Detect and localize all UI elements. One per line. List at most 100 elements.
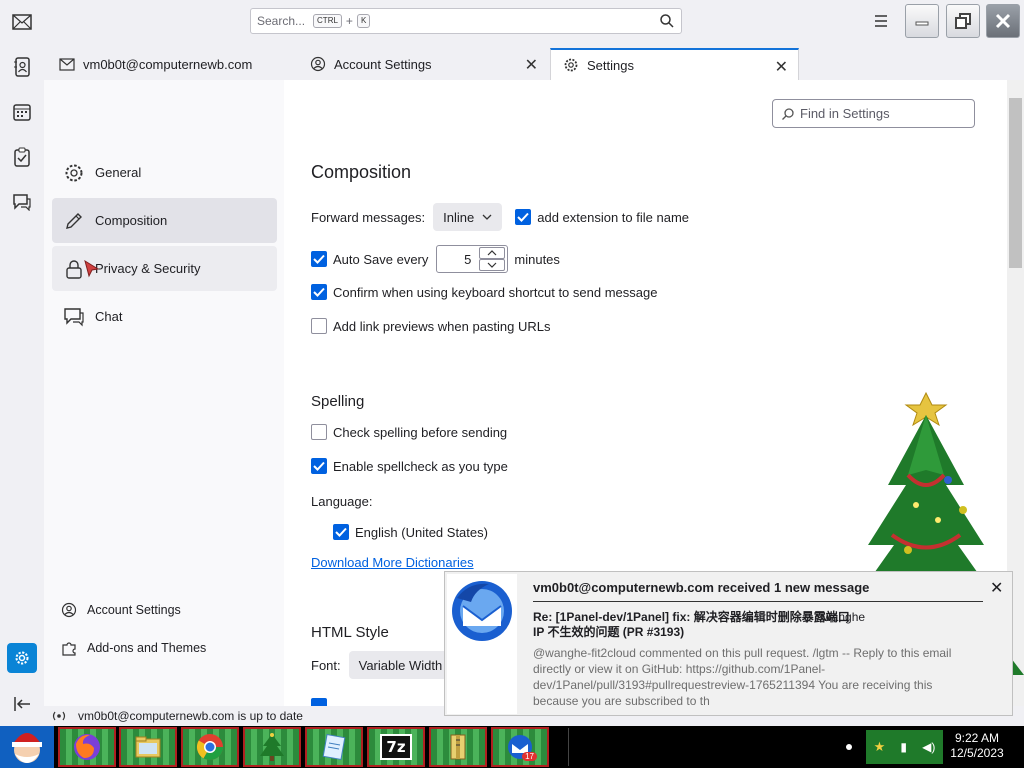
close-tab-icon[interactable]: ✕ (525, 55, 538, 75)
auto-save-stepper[interactable]: 5 (436, 245, 509, 273)
tray-star-icon[interactable]: ★ (874, 739, 886, 755)
category-general[interactable]: General (52, 150, 277, 195)
find-in-settings-input[interactable]: Find in Settings (772, 99, 975, 128)
chat-icon[interactable] (10, 190, 34, 214)
notification-close-icon[interactable]: ✕ (990, 578, 1003, 598)
spellcheck-as-type-checkbox[interactable] (311, 458, 327, 474)
font-value: Variable Width (358, 657, 443, 673)
firefox-icon (74, 734, 100, 760)
taskbar-divider (568, 728, 569, 766)
tree-app-taskbar-button[interactable] (243, 727, 301, 767)
tray-volume-icon[interactable]: ◀) (922, 740, 935, 754)
clock-date: 12/5/2023 (950, 746, 1004, 760)
tab-label: Account Settings (334, 56, 432, 72)
spellcheck-as-type-label: Enable spellcheck as you type (333, 458, 508, 474)
pencil-icon (62, 209, 86, 233)
auto-save-value: 5 (464, 252, 472, 267)
forward-row: Forward messages: Inline add extension t… (311, 203, 689, 231)
archive-taskbar-button[interactable] (429, 727, 487, 767)
tray-network-icon[interactable]: ▮ (900, 740, 907, 754)
confirm-shortcut-row: Confirm when using keyboard shortcut to … (311, 284, 657, 300)
global-search-input[interactable]: Search... CTRL + K (250, 8, 682, 34)
calendar-icon[interactable] (10, 100, 34, 124)
account-icon (60, 602, 78, 618)
language-en-checkbox[interactable] (333, 524, 349, 540)
7zip-icon: 7z (380, 734, 412, 760)
search-icon (781, 107, 795, 121)
check-spelling-label: Check spelling before sending (333, 424, 508, 440)
auto-save-label: Auto Save every (333, 251, 429, 267)
close-window-button[interactable] (986, 4, 1020, 38)
notification-body: @wanghe-fit2cloud commented on this pull… (533, 646, 952, 708)
thunderbird-logo-icon (449, 578, 515, 647)
lock-icon (62, 257, 86, 281)
new-mail-notification[interactable]: vm0b0t@computernewb.com received 1 new m… (444, 571, 1013, 716)
category-chat[interactable]: Chat (52, 294, 277, 339)
language-en-label: English (United States) (355, 524, 488, 540)
tab-settings[interactable]: Settings ✕ (550, 48, 799, 80)
font-dropdown[interactable]: Variable Width (348, 651, 459, 679)
notification-title: vm0b0t@computernewb.com received 1 new m… (533, 580, 870, 595)
restore-button[interactable] (946, 4, 980, 38)
link-previews-checkbox[interactable] (311, 318, 327, 334)
language-label: Language: (311, 494, 373, 509)
account-settings-link[interactable]: Account Settings (60, 599, 181, 621)
spelling-heading: Spelling (311, 393, 365, 410)
thunderbird-taskbar-button[interactable]: 17 (491, 727, 549, 767)
forward-label: Forward messages: (311, 209, 426, 225)
category-composition[interactable]: Composition (52, 198, 277, 243)
status-text: vm0b0t@computernewb.com is up to date (78, 709, 303, 723)
tab-label: Settings (587, 57, 634, 73)
minimize-button[interactable] (905, 4, 939, 38)
folder-icon (135, 736, 161, 758)
tasks-icon[interactable] (10, 145, 34, 169)
kbd-plus: + (345, 14, 353, 28)
download-dictionaries-link[interactable]: Download More Dictionaries (311, 555, 474, 570)
connection-status-icon (50, 710, 68, 722)
chrome-taskbar-button[interactable] (181, 727, 239, 767)
gear-icon (62, 161, 86, 185)
app-menu-icon[interactable] (872, 12, 890, 33)
confirm-shortcut-checkbox[interactable] (311, 284, 327, 300)
check-before-row: Check spelling before sending (311, 424, 507, 440)
explorer-taskbar-button[interactable] (119, 727, 177, 767)
mail-icon[interactable] (10, 10, 34, 34)
tab-account-settings[interactable]: Account Settings ✕ (298, 48, 548, 80)
partial-checkbox[interactable] (311, 698, 327, 706)
7zip-taskbar-button[interactable]: 7z (367, 727, 425, 767)
forward-value: Inline (443, 209, 475, 225)
addons-themes-link[interactable]: Add-ons and Themes (60, 637, 206, 659)
category-label: General (95, 165, 142, 180)
notification-divider (533, 601, 983, 602)
start-button[interactable] (0, 726, 54, 768)
tray-clock[interactable]: 9:22 AM 12/5/2023 (946, 731, 1008, 761)
puzzle-icon (60, 640, 78, 656)
add-extension-checkbox[interactable] (515, 209, 532, 225)
category-label: Privacy & Security (95, 261, 201, 276)
account-settings-label: Account Settings (87, 603, 181, 617)
settings-gear-icon[interactable] (7, 643, 37, 673)
kbd-k: K (356, 14, 371, 28)
search-icon (659, 13, 675, 32)
search-placeholder: Search... (257, 14, 306, 28)
firefox-taskbar-button[interactable] (58, 727, 116, 767)
stepper-down-icon[interactable] (479, 259, 506, 271)
kbd-ctrl: CTRL (313, 14, 342, 28)
scrollbar-thumb[interactable] (1009, 98, 1022, 268)
address-book-icon[interactable] (10, 55, 34, 79)
gear-icon (563, 57, 579, 73)
tab-inbox[interactable]: vm0b0t@computernewb.com (47, 48, 297, 80)
category-label: Chat (95, 309, 123, 324)
collapse-sidebar-icon[interactable] (10, 692, 34, 716)
close-tab-icon[interactable]: ✕ (775, 57, 788, 77)
html-style-heading: HTML Style (311, 624, 389, 641)
santa-icon (12, 733, 42, 763)
notepad-taskbar-button[interactable] (305, 727, 363, 767)
find-placeholder: Find in Settings (800, 106, 890, 121)
auto-save-checkbox[interactable] (311, 251, 327, 267)
christmas-tree-icon (260, 733, 284, 761)
confirm-shortcut-label: Confirm when using keyboard shortcut to … (333, 284, 658, 300)
forward-dropdown[interactable]: Inline (433, 203, 503, 231)
stepper-up-icon[interactable] (479, 247, 506, 259)
check-spelling-checkbox[interactable] (311, 424, 327, 440)
